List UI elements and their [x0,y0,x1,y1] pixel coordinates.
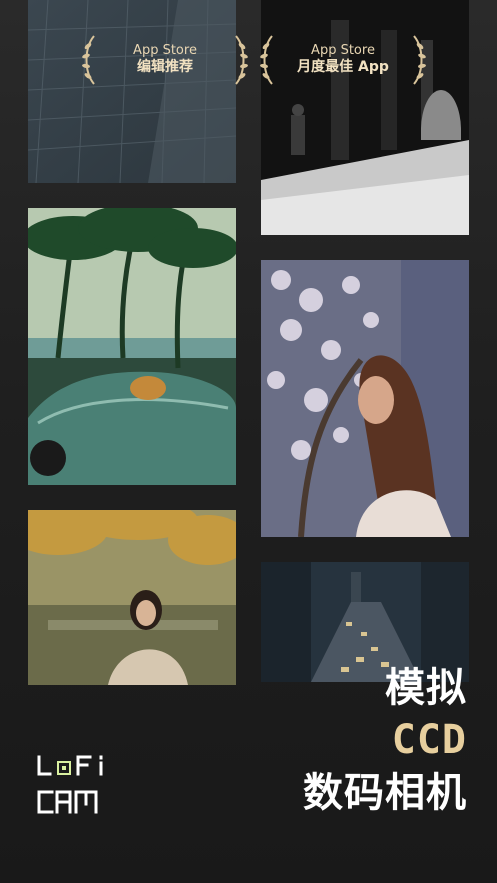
award-badge-editors-choice: App Store 编辑推荐 [80,30,250,90]
award-badge-app-of-month: App Store 月度最佳 App [258,30,428,90]
laurel-left-icon [260,35,273,85]
photo-girl-blossoms [261,260,469,537]
badge-award-label: 月度最佳 App [297,59,389,76]
headline-line-1: 模拟 [385,665,467,711]
laurel-right-icon [235,35,248,85]
laurel-left-icon [82,35,95,85]
headline-line-3: 数码相机 [303,770,467,816]
laurel-right-icon [413,35,426,85]
logo-accent-icon [57,761,71,775]
headline-line-2: CCD [391,717,467,763]
badge-store-label: App Store [311,43,375,59]
headline: 模拟 CCD 数码相机 [303,663,467,818]
lofi-cam-logo [37,755,103,814]
photo-building-facade [28,0,236,183]
photo-girl-autumn [28,510,236,685]
badge-award-label: 编辑推荐 [136,59,193,76]
badge-store-label: App Store [133,43,197,59]
photo-convertible-palms [28,208,236,485]
